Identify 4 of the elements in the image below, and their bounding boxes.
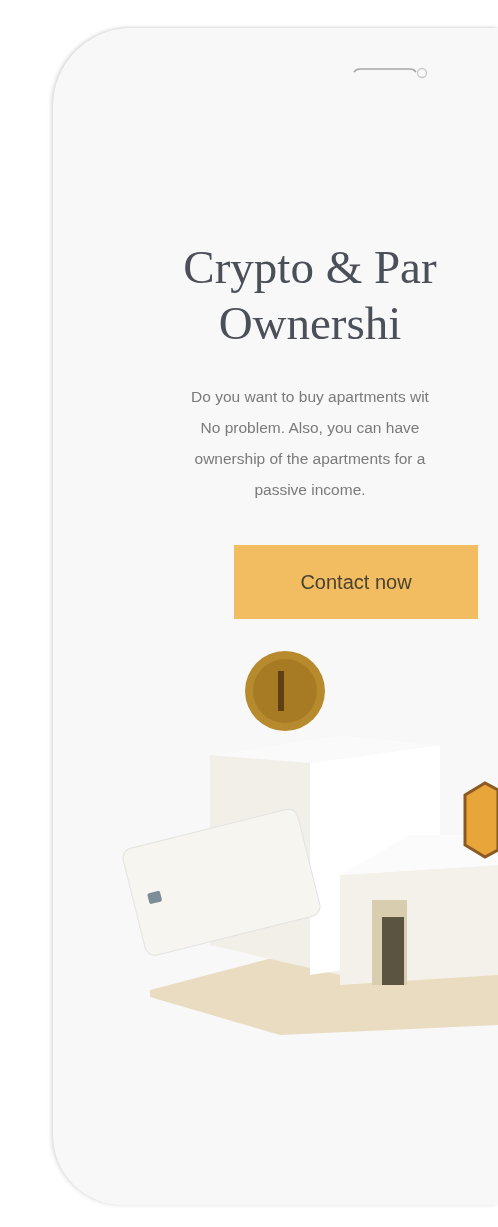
contact-button[interactable]: Contact now (234, 545, 478, 619)
speaker-and-camera-icon (352, 66, 428, 80)
hero-title: Crypto & Par Ownershi (182, 240, 438, 351)
hero-description: Do you want to buy apartments wit No problem. Also, you can have ownership of the apartments for a passive income. (190, 387, 430, 500)
